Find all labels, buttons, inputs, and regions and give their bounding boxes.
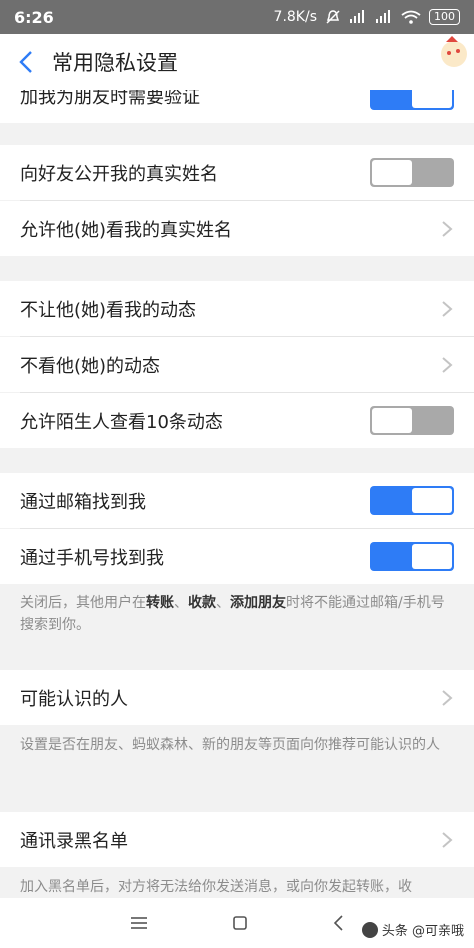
find-note: 关闭后，其他用户在转账、收款、添加朋友时将不能通过邮箱/手机号搜索到你。 xyxy=(0,592,474,636)
status-indicators: 7.8K/s 100 xyxy=(274,9,460,25)
row-label: 允许他(她)看我的真实姓名 xyxy=(20,219,233,241)
mute-icon xyxy=(326,10,340,24)
row-label: 通过邮箱找到我 xyxy=(20,491,146,513)
row-blacklist[interactable]: 通讯录黑名单 xyxy=(0,812,474,867)
row-find-by-phone[interactable]: 通过手机号找到我 xyxy=(0,529,474,584)
top-bar: 常用隐私设置 xyxy=(0,34,474,90)
row-label: 通讯录黑名单 xyxy=(20,830,128,852)
watermark-logo-icon xyxy=(361,921,378,938)
row-label: 通过手机号找到我 xyxy=(20,547,164,569)
note-bold: 添加朋友 xyxy=(230,595,286,611)
row-label: 允许陌生人查看10条动态 xyxy=(20,411,223,433)
watermark: 头条 @可亲哦 xyxy=(361,920,464,939)
network-speed: 7.8K/s xyxy=(273,9,317,25)
note-text: 、 xyxy=(174,595,188,611)
toggle-knob xyxy=(412,90,452,108)
back-button[interactable] xyxy=(0,34,52,90)
toggle-knob xyxy=(412,544,452,569)
chevron-right-icon xyxy=(442,220,453,237)
note-text: 、 xyxy=(216,595,230,611)
row-show-real-name[interactable]: 向好友公开我的真实姓名 xyxy=(0,145,474,200)
verify-toggle[interactable] xyxy=(370,90,454,110)
row-label: 不看他(她)的动态 xyxy=(20,355,161,377)
toggle-knob xyxy=(372,160,412,185)
page-title: 常用隐私设置 xyxy=(52,51,178,75)
row-label: 不让他(她)看我的动态 xyxy=(20,299,197,321)
toggle-knob xyxy=(372,408,412,433)
show-real-name-toggle[interactable] xyxy=(370,158,454,187)
row-verify-friend[interactable]: 加我为朋友时需要验证 xyxy=(0,90,474,123)
battery-icon: 100 xyxy=(429,9,460,25)
stranger-view-toggle[interactable] xyxy=(370,406,454,435)
chevron-right-icon xyxy=(442,356,453,373)
mascot-icon xyxy=(441,36,467,67)
signal-icon-2 xyxy=(376,10,390,23)
row-find-by-email[interactable]: 通过邮箱找到我 xyxy=(0,473,474,528)
may-know-note: 设置是否在朋友、蚂蚁森林、新的朋友等页面向你推荐可能认识的人 xyxy=(0,734,474,756)
settings-list[interactable]: 加我为朋友时需要验证 向好友公开我的真实姓名 允许他(她)看我的真实姓名 不让他… xyxy=(0,90,474,898)
menu-icon[interactable] xyxy=(130,916,148,930)
status-bar: 6:26 7.8K/s 100 xyxy=(0,0,474,34)
section-gap xyxy=(0,123,474,145)
wifi-icon xyxy=(401,10,421,24)
chevron-right-icon xyxy=(442,300,453,317)
row-allow-view-real-name[interactable]: 允许他(她)看我的真实姓名 xyxy=(0,201,474,256)
back-arrow-icon xyxy=(19,51,32,73)
note-bold: 收款 xyxy=(188,595,216,611)
chevron-right-icon xyxy=(442,831,453,848)
status-time: 6:26 xyxy=(14,7,54,27)
row-may-know[interactable]: 可能认识的人 xyxy=(0,670,474,725)
row-hide-their-moments[interactable]: 不看他(她)的动态 xyxy=(0,337,474,392)
row-hide-my-moments[interactable]: 不让他(她)看我的动态 xyxy=(0,281,474,336)
back-nav-icon[interactable] xyxy=(332,915,344,931)
toggle-knob xyxy=(412,488,452,513)
find-by-email-toggle[interactable] xyxy=(370,486,454,515)
watermark-text: 头条 @可亲哦 xyxy=(381,924,464,939)
row-label: 加我为朋友时需要验证 xyxy=(20,90,200,108)
signal-icon xyxy=(350,10,364,23)
find-by-phone-toggle[interactable] xyxy=(370,542,454,571)
row-stranger-view-10[interactable]: 允许陌生人查看10条动态 xyxy=(0,393,474,448)
row-label: 向好友公开我的真实姓名 xyxy=(20,163,218,185)
blacklist-note: 加入黑名单后，对方将无法给你发送消息，或向你发起转账，收 xyxy=(0,876,474,898)
note-bold: 转账 xyxy=(146,595,174,611)
section-gap xyxy=(0,448,474,473)
row-label: 可能认识的人 xyxy=(20,688,128,710)
section-gap xyxy=(0,256,474,281)
note-text: 关闭后，其他用户在 xyxy=(20,595,146,611)
home-icon[interactable] xyxy=(232,915,248,931)
chevron-right-icon xyxy=(442,689,453,706)
